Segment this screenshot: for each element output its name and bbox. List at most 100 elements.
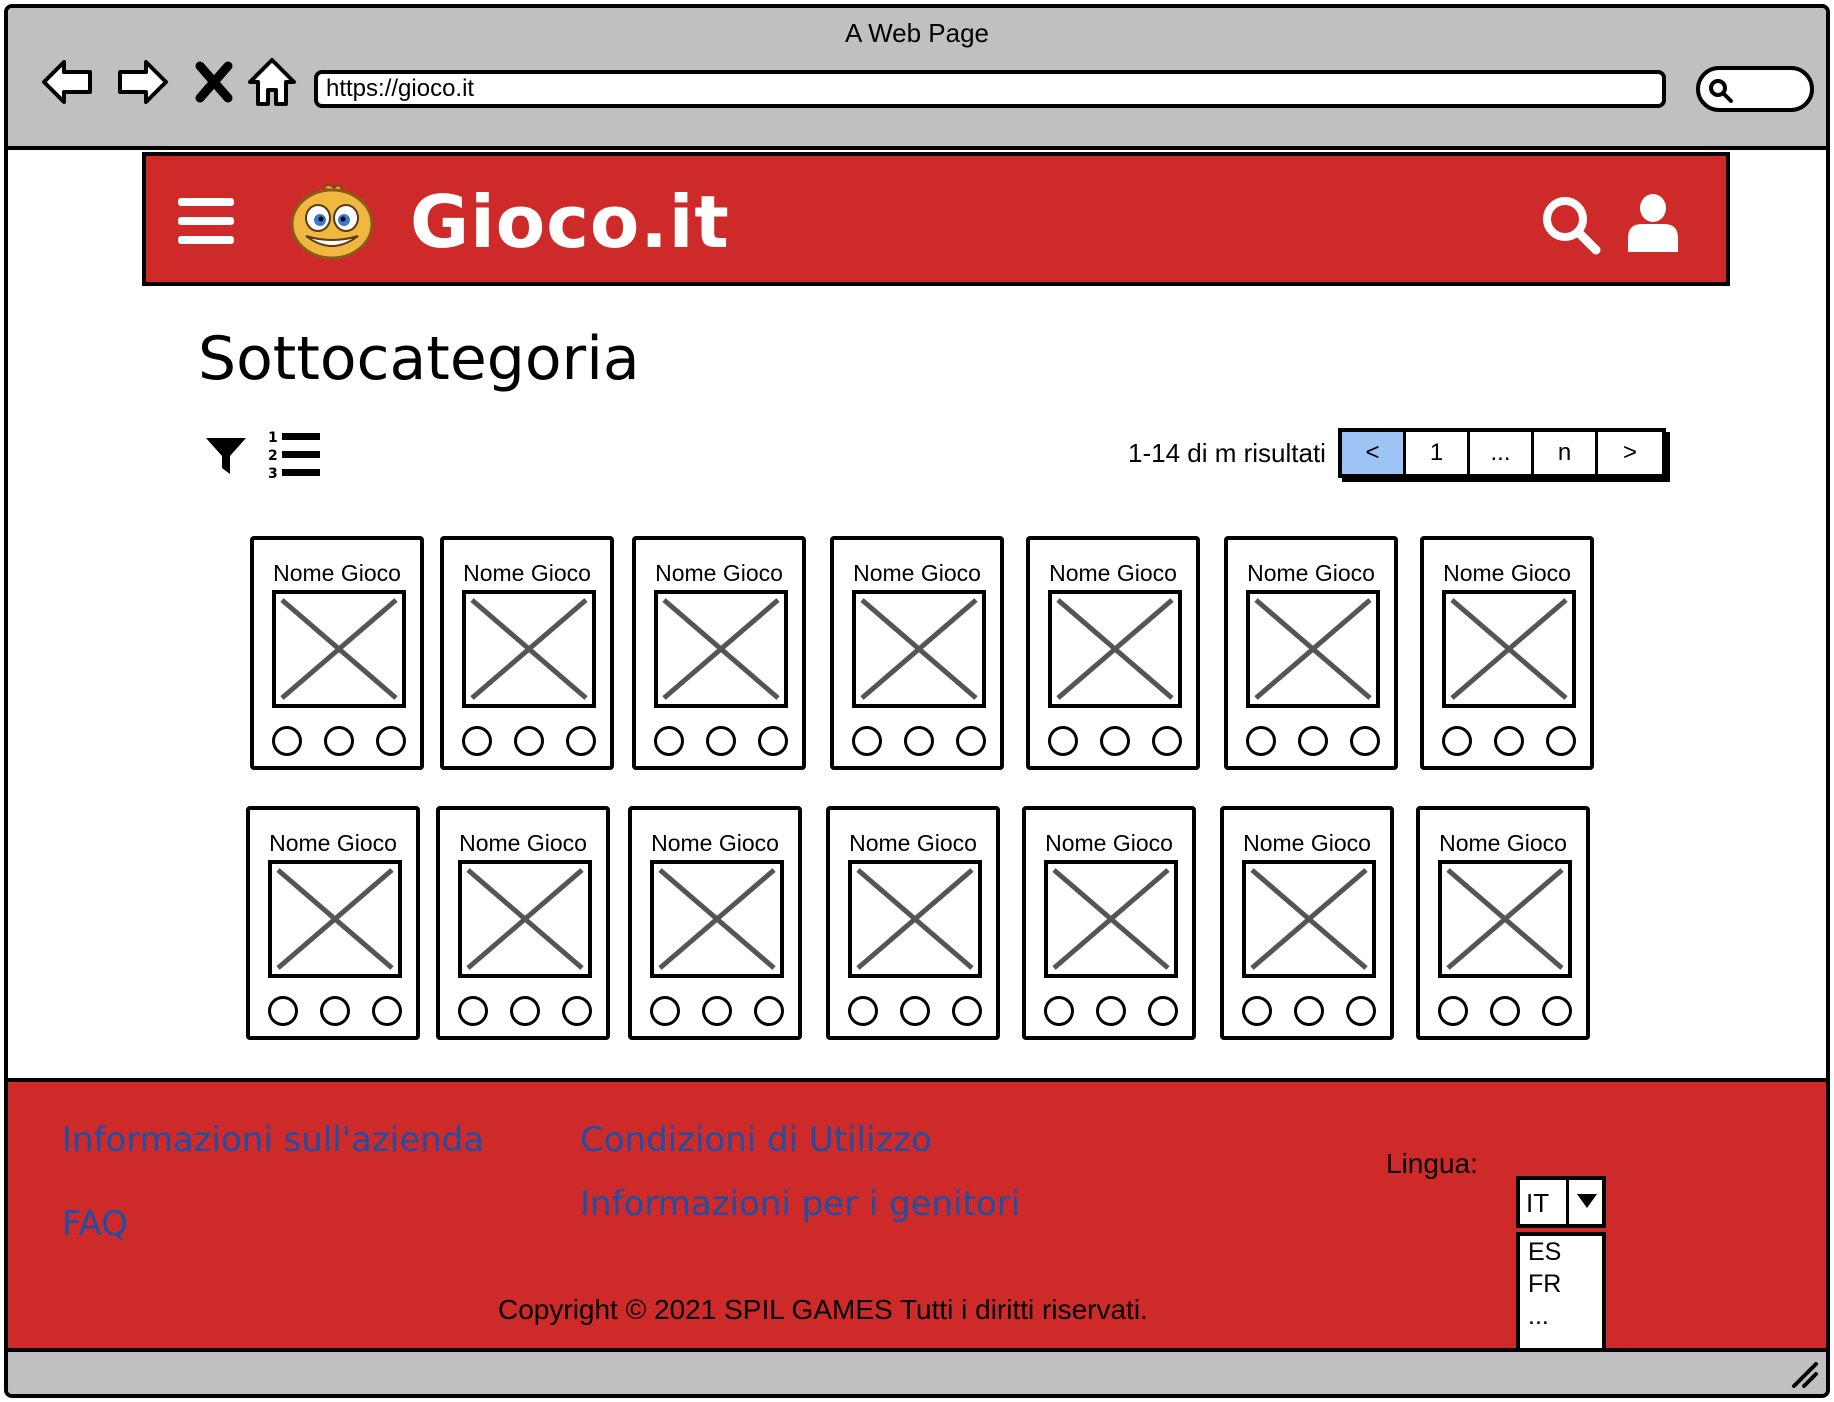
footer-link-faq[interactable]: FAQ	[62, 1204, 128, 1244]
game-card-name: Nome Gioco	[1049, 560, 1177, 586]
game-card-name: Nome Gioco	[1443, 560, 1571, 586]
circle-icon[interactable]	[324, 726, 354, 756]
circle-icon[interactable]	[1294, 996, 1324, 1026]
circle-icon[interactable]	[376, 726, 406, 756]
svg-text:3: 3	[268, 466, 278, 482]
circle-icon[interactable]	[1346, 996, 1376, 1026]
game-card[interactable]: Nome Gioco	[1224, 536, 1398, 770]
game-card[interactable]: Nome Gioco	[440, 536, 614, 770]
game-card[interactable]: Nome Gioco	[826, 806, 1000, 1040]
close-icon[interactable]	[184, 52, 244, 112]
search-icon[interactable]	[1540, 194, 1602, 256]
game-card[interactable]: Nome Gioco	[1220, 806, 1394, 1040]
image-placeholder-icon	[1246, 590, 1380, 708]
pagination-next-button[interactable]: >	[1598, 432, 1662, 474]
circle-icon[interactable]	[562, 996, 592, 1026]
circle-icon[interactable]	[566, 726, 596, 756]
circle-icon[interactable]	[758, 726, 788, 756]
circle-icon[interactable]	[1546, 726, 1576, 756]
image-placeholder-icon	[848, 860, 982, 978]
url-input[interactable]: https://gioco.it	[314, 70, 1666, 108]
game-card[interactable]: Nome Gioco	[632, 536, 806, 770]
pagination-prev-button[interactable]: <	[1342, 432, 1406, 474]
circle-icon[interactable]	[1044, 996, 1074, 1026]
game-card-rating-dots	[848, 996, 982, 1026]
image-placeholder-icon	[650, 860, 784, 978]
circle-icon[interactable]	[272, 726, 302, 756]
game-card[interactable]: Nome Gioco	[250, 536, 424, 770]
user-account-icon[interactable]	[1626, 192, 1680, 254]
circle-icon[interactable]	[852, 726, 882, 756]
circle-icon[interactable]	[754, 996, 784, 1026]
circle-icon[interactable]	[1246, 726, 1276, 756]
game-card[interactable]: Nome Gioco	[436, 806, 610, 1040]
circle-icon[interactable]	[702, 996, 732, 1026]
circle-icon[interactable]	[268, 996, 298, 1026]
game-card-rating-dots	[1242, 996, 1376, 1026]
home-icon[interactable]	[242, 52, 302, 112]
circle-icon[interactable]	[1148, 996, 1178, 1026]
game-card-rating-dots	[654, 726, 788, 756]
game-card-name: Nome Gioco	[269, 830, 397, 856]
pagination-page-button[interactable]: 1	[1406, 432, 1470, 474]
browser-status-bar	[8, 1348, 1826, 1394]
game-card[interactable]: Nome Gioco	[1022, 806, 1196, 1040]
game-card-name: Nome Gioco	[273, 560, 401, 586]
game-card[interactable]: Nome Gioco	[246, 806, 420, 1040]
browser-search-field[interactable]	[1696, 66, 1814, 112]
circle-icon[interactable]	[1542, 996, 1572, 1026]
game-card[interactable]: Nome Gioco	[628, 806, 802, 1040]
circle-icon[interactable]	[952, 996, 982, 1026]
language-option[interactable]: ...	[1520, 1300, 1602, 1332]
footer-link-company-info[interactable]: Informazioni sull'azienda	[62, 1120, 484, 1160]
pagination-last-button[interactable]: n	[1534, 432, 1598, 474]
circle-icon[interactable]	[706, 726, 736, 756]
resize-grip-icon[interactable]	[1786, 1356, 1820, 1390]
circle-icon[interactable]	[900, 996, 930, 1026]
circle-icon[interactable]	[514, 726, 544, 756]
game-card[interactable]: Nome Gioco	[830, 536, 1004, 770]
game-card[interactable]: Nome Gioco	[1026, 536, 1200, 770]
language-option[interactable]: ES	[1520, 1236, 1602, 1268]
footer-link-parents-info[interactable]: Informazioni per i genitori	[580, 1184, 1020, 1224]
circle-icon[interactable]	[650, 996, 680, 1026]
circle-icon[interactable]	[1152, 726, 1182, 756]
circle-icon[interactable]	[1490, 996, 1520, 1026]
image-placeholder-icon	[654, 590, 788, 708]
brand-logo-text[interactable]: Gioco.it	[410, 180, 730, 264]
footer-link-terms[interactable]: Condizioni di Utilizzo	[580, 1120, 932, 1160]
game-card[interactable]: Nome Gioco	[1416, 806, 1590, 1040]
circle-icon[interactable]	[1242, 996, 1272, 1026]
circle-icon[interactable]	[956, 726, 986, 756]
circle-icon[interactable]	[458, 996, 488, 1026]
game-card[interactable]: Nome Gioco	[1420, 536, 1594, 770]
circle-icon[interactable]	[1048, 726, 1078, 756]
numbered-list-icon[interactable]: 1 2 3	[266, 428, 322, 482]
circle-icon[interactable]	[654, 726, 684, 756]
dropdown-arrow-icon[interactable]	[1566, 1180, 1602, 1224]
game-card-name: Nome Gioco	[463, 560, 591, 586]
language-option[interactable]: FR	[1520, 1268, 1602, 1300]
language-select[interactable]: IT	[1516, 1176, 1606, 1228]
circle-icon[interactable]	[510, 996, 540, 1026]
circle-icon[interactable]	[1350, 726, 1380, 756]
back-arrow-icon[interactable]	[38, 52, 98, 112]
circle-icon[interactable]	[320, 996, 350, 1026]
circle-icon[interactable]	[462, 726, 492, 756]
window-title: A Web Page	[844, 18, 990, 48]
circle-icon[interactable]	[1100, 726, 1130, 756]
circle-icon[interactable]	[1096, 996, 1126, 1026]
filter-icon[interactable]	[204, 434, 248, 478]
circle-icon[interactable]	[1438, 996, 1468, 1026]
circle-icon[interactable]	[1298, 726, 1328, 756]
circle-icon[interactable]	[848, 996, 878, 1026]
pagination-ellipsis[interactable]: ...	[1470, 432, 1534, 474]
circle-icon[interactable]	[1494, 726, 1524, 756]
hamburger-menu-icon[interactable]	[178, 198, 234, 244]
circle-icon[interactable]	[372, 996, 402, 1026]
forward-arrow-icon[interactable]	[112, 52, 172, 112]
language-selected-value: IT	[1526, 1188, 1550, 1218]
game-card-name: Nome Gioco	[655, 560, 783, 586]
circle-icon[interactable]	[904, 726, 934, 756]
circle-icon[interactable]	[1442, 726, 1472, 756]
